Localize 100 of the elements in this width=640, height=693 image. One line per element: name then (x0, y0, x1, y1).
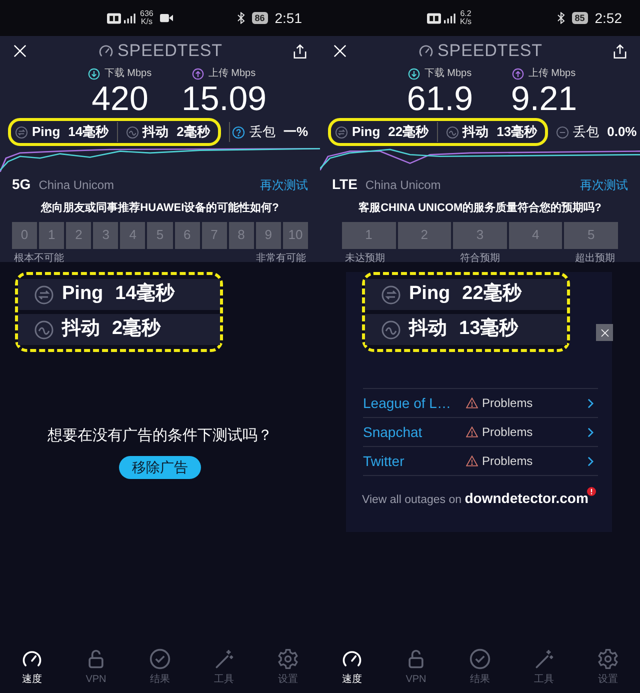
chevron-icon (587, 398, 594, 408)
stat-label: Ping (352, 123, 380, 142)
close-button[interactable] (596, 324, 613, 341)
nav-tab[interactable]: 设置 (576, 648, 640, 686)
gauge-icon (98, 43, 114, 59)
app-title: SPEEDTEST (438, 40, 542, 62)
check-circle-icon (469, 648, 491, 670)
outages-link-text[interactable]: View all outages on downdetector.com (362, 488, 588, 510)
hd-icon (427, 12, 441, 24)
nav-tab[interactable]: 速度 (320, 648, 384, 686)
nav-tab[interactable]: 结果 (128, 648, 192, 686)
nav-tab[interactable]: 速度 (0, 648, 64, 686)
share-icon[interactable] (292, 42, 308, 60)
nav-tab[interactable]: 结果 (448, 648, 512, 686)
ping-icon (381, 284, 401, 304)
video-camera-icon (160, 13, 174, 23)
magic-wand-icon (533, 648, 555, 670)
survey-question: 客服CHINA UNICOM的服务质量符合您的预期吗? (358, 200, 602, 216)
close-icon (600, 328, 610, 338)
network-speed-unit: K/s (460, 18, 472, 26)
scale-label: 未达预期 (345, 252, 385, 266)
ad-question: 想要在没有广告的条件下测试吗？ (46, 426, 274, 446)
carrier-name: China Unicom (365, 176, 441, 194)
network-speed-unit: K/s (140, 18, 152, 26)
ping-icon (335, 126, 348, 138)
nav-tab[interactable]: VPN (384, 648, 448, 686)
stat-value: 2毫秒 (176, 123, 210, 142)
chevron-icon (587, 456, 594, 466)
status-text: Problems (482, 424, 534, 441)
minus-icon (556, 126, 570, 138)
stat-label: 抖动 (62, 317, 100, 342)
scale-label: 根本不可能 (14, 252, 64, 266)
share-icon[interactable] (612, 42, 628, 60)
settings-icon (597, 648, 619, 670)
close-icon[interactable] (12, 43, 28, 59)
warning-icon (466, 455, 478, 467)
clock: 2:51 (274, 8, 302, 28)
ping-icon (34, 284, 54, 304)
stat-label: Ping (32, 123, 60, 142)
remove-ads-button[interactable]: 移除广告 (119, 456, 201, 479)
retest-link[interactable]: 再次测试 (580, 176, 628, 194)
stat-value: 14毫秒 (115, 281, 174, 306)
retest-link[interactable]: 再次测试 (260, 176, 308, 194)
clock: 2:52 (594, 8, 622, 28)
nav-tab[interactable]: 工具 (512, 648, 576, 686)
stat-value: 0.0% (607, 123, 637, 142)
service-name: Twitter (363, 452, 406, 470)
network-type: 5G (12, 175, 31, 194)
stat-label: 抖动 (409, 317, 447, 342)
nav-tab[interactable]: VPN (64, 648, 128, 686)
speed-label: 上传 Mbps (528, 66, 576, 81)
carrier-name: China Unicom (38, 176, 114, 194)
battery-level: 85 (572, 12, 588, 24)
gauge-icon (418, 43, 434, 59)
stat-value: 14毫秒 (68, 123, 109, 142)
wave-icon (446, 126, 459, 138)
stat-label: 丢包 (573, 123, 600, 142)
stat-label: Ping (62, 282, 104, 306)
service-name: League of L… (363, 394, 452, 413)
signal-icon (444, 12, 457, 24)
survey-question: 您向朋友或同事推荐HUAWEI设备的可能性如何? (40, 200, 280, 216)
warning-icon (466, 397, 478, 409)
speed-label: 下载 Mbps (104, 66, 152, 81)
wave-icon (34, 320, 54, 340)
status-text: Problems (482, 453, 534, 470)
speed-label: 上传 Mbps (208, 66, 256, 81)
wave-icon (126, 126, 139, 138)
stat-label: 抖动 (142, 123, 169, 142)
stat-label: 抖动 (462, 123, 489, 142)
service-name: Snapchat (363, 422, 424, 442)
stat-value: 13毫秒 (496, 123, 538, 142)
ping-icon (15, 126, 28, 138)
magic-wand-icon (213, 648, 235, 670)
check-circle-icon (149, 648, 171, 670)
wave-icon (381, 320, 401, 340)
upload-icon (192, 68, 204, 80)
speed-value: 420 (92, 81, 148, 117)
network-speed: 636 (140, 10, 154, 18)
outage-row[interactable]: Twitter Problems (363, 447, 598, 476)
app-title: SPEEDTEST (118, 40, 222, 62)
alert-icon (587, 487, 596, 496)
outage-row[interactable]: Snapchat Problems (363, 418, 598, 447)
speed-value: 15.09 (181, 81, 267, 117)
scale-label: 非常有可能 (256, 252, 306, 266)
outage-row[interactable]: League of L… Problems (363, 389, 598, 418)
close-icon[interactable] (332, 43, 348, 59)
download-icon (408, 68, 420, 80)
network-speed: 6.2 (460, 10, 472, 18)
speed-label: 下载 Mbps (424, 66, 472, 81)
chevron-icon (587, 426, 594, 438)
download-icon (88, 68, 100, 80)
nav-tab[interactable]: 工具 (192, 648, 256, 686)
warning-icon (466, 426, 478, 438)
bluetooth-icon (236, 12, 245, 24)
hd-icon (107, 12, 121, 24)
nav-tab[interactable]: 设置 (256, 648, 320, 686)
status-text: Problems (482, 395, 534, 412)
upload-icon (512, 68, 524, 80)
settings-icon (277, 648, 299, 670)
speed-value: 9.21 (510, 81, 578, 117)
